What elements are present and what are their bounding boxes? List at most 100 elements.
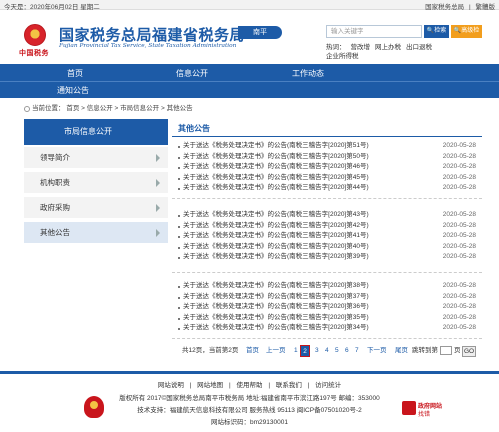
bullet-icon [178,257,180,260]
nav-work-news[interactable]: 工作动态 [292,68,324,79]
breadcrumb-home[interactable]: 首页 [66,105,79,112]
page-go-button[interactable]: GO [462,346,477,357]
page-next[interactable]: 下一页 [367,345,387,357]
hot-link-corporate-income-tax[interactable]: 企业所得税 [326,53,359,60]
page-jump-input[interactable] [440,346,452,355]
list-item[interactable]: 关于送达《税务处理决定书》的公告(南税三稽告字[2020]第41号) 2020-0… [172,231,482,242]
notice-list-group-1: 关于送达《税务处理决定书》的公告(南税三稽告字[2020]第51号) 2020-0… [172,141,482,194]
list-item[interactable]: 关于送达《税务处理决定书》的公告(南税三稽告字[2020]第43号) 2020-0… [172,210,482,221]
notice-title[interactable]: 关于送达《税务处理决定书》的公告(南税三稽告字[2020]第51号) [183,141,369,152]
gov-site-error-badge[interactable]: 政府网站 找错 [402,400,448,418]
notice-title[interactable]: 关于送达《税务处理决定书》的公告(南税三稽告字[2020]第46号) [183,162,369,173]
notice-title[interactable]: 关于送达《税务处理决定书》的公告(南税三稽告字[2020]第43号) [183,210,369,221]
notice-title[interactable]: 关于送达《税务处理决定书》的公告(南税三稽告字[2020]第40号) [183,242,369,253]
hot-link-vat[interactable]: 营改增 [351,44,371,51]
hot-words: 热词： 营改增 网上办税 出口退税 企业所得税 [326,43,476,61]
page-7[interactable]: 7 [355,345,359,357]
notice-title[interactable]: 关于送达《税务处理决定书》的公告(南税三稽告字[2020]第35号) [183,313,369,324]
notice-date: 2020-05-28 [442,242,476,250]
footer-sep: | [189,382,192,389]
breadcrumb: 当前位置： 首页 > 信息公开 > 市局信息公开 > 其他公告 [0,101,499,117]
sidebar-item-label: 政府采购 [40,203,70,212]
nav-info-disclosure[interactable]: 信息公开 [176,68,208,79]
page-6[interactable]: 6 [345,345,349,357]
city-badge: 南平 [238,26,282,39]
sidebar-item-procurement[interactable]: 政府采购 [24,197,168,219]
list-item[interactable]: 关于送达《税务处理决定书》的公告(南税三稽告字[2020]第45号) 2020-0… [172,173,482,184]
notice-title[interactable]: 关于送达《税务处理决定书》的公告(南税三稽告字[2020]第42号) [183,221,369,232]
sidebar-item-other-notices[interactable]: 其他公告 [24,222,168,244]
list-item[interactable]: 关于送达《税务处理决定书》的公告(南税三稽告字[2020]第40号) 2020-0… [172,242,482,253]
search-button[interactable]: 🔍检索 [424,25,449,38]
sidebar-item-label: 领导简介 [40,153,70,162]
bullet-icon [178,328,180,331]
notice-title[interactable]: 关于送达《税务处理决定书》的公告(南税三稽告字[2020]第34号) [183,323,369,334]
chevron-right-icon [156,229,160,237]
notice-title[interactable]: 关于送达《税务处理决定书》的公告(南税三稽告字[2020]第50号) [183,152,369,163]
list-item[interactable]: 关于送达《税务处理决定书》的公告(南税三稽告字[2020]第46号) 2020-0… [172,162,482,173]
notice-date: 2020-05-28 [442,184,476,192]
sidebar-item-leaders[interactable]: 领导简介 [24,147,168,169]
list-item[interactable]: 关于送达《税务处理决定书》的公告(南税三稽告字[2020]第34号) 2020-0… [172,323,482,334]
bullet-icon [178,156,180,159]
footer-link-sitemap[interactable]: 网站地图 [197,382,223,389]
page-prev[interactable]: 上一页 [266,345,286,357]
hot-link-online-tax[interactable]: 网上办税 [375,44,401,51]
list-item[interactable]: 关于送达《税务处理决定书》的公告(南税三稽告字[2020]第44号) 2020-0… [172,183,482,194]
breadcrumb-city[interactable]: 市局信息公开 [120,105,159,112]
page-first[interactable]: 首页 [246,345,259,357]
page-3[interactable]: 3 [315,345,319,357]
chevron-right-icon [156,204,160,212]
notice-title[interactable]: 关于送达《税务处理决定书》的公告(南税三稽告字[2020]第38号) [183,281,369,292]
list-item[interactable]: 关于送达《税务处理决定书》的公告(南税三稽告字[2020]第36号) 2020-0… [172,302,482,313]
footer-link-help[interactable]: 使用帮助 [237,382,263,389]
sidebar-item-label: 其他公告 [40,228,70,237]
list-divider [172,338,482,339]
page-2-current[interactable]: 2 [300,345,310,357]
bullet-icon [178,177,180,180]
list-item[interactable]: 关于送达《税务处理决定书》的公告(南税三稽告字[2020]第37号) 2020-0… [172,292,482,303]
bullet-icon [178,225,180,228]
site-subtitle: Fujian Provincial Tax Service, State Tax… [59,43,237,49]
page-last[interactable]: 尾页 [395,345,408,357]
footer-link-stats[interactable]: 访问统计 [315,382,341,389]
notice-title[interactable]: 关于送达《税务处理决定书》的公告(南税三稽告字[2020]第37号) [183,292,369,303]
nav-home[interactable]: 首页 [67,68,83,79]
notice-title[interactable]: 关于送达《税务处理决定书》的公告(南税三稽告字[2020]第44号) [183,183,369,194]
page-4[interactable]: 4 [325,345,329,357]
list-item[interactable]: 关于送达《税务处理决定书》的公告(南税三稽告字[2020]第50号) 2020-0… [172,152,482,163]
notice-title[interactable]: 关于送达《税务处理决定书》的公告(南税三稽告字[2020]第39号) [183,252,369,263]
list-item[interactable]: 关于送达《税务处理决定书》的公告(南税三稽告字[2020]第39号) 2020-0… [172,252,482,263]
advanced-search-button[interactable]: 🔍高级检索 [451,25,482,47]
breadcrumb-current[interactable]: 其他公告 [167,105,193,112]
notice-date: 2020-05-28 [442,292,476,300]
site-title[interactable]: 国家税务总局福建省税务局 [59,24,245,45]
sidebar-item-duties[interactable]: 机构职责 [24,172,168,194]
notice-list-group-3: 关于送达《税务处理决定书》的公告(南税三稽告字[2020]第38号) 2020-0… [172,281,482,334]
notice-date: 2020-05-28 [442,142,476,149]
bullet-icon [178,286,180,288]
list-item[interactable]: 关于送达《税务处理决定书》的公告(南税三稽告字[2020]第51号) 2020-0… [172,141,482,152]
list-item[interactable]: 关于送达《税务处理决定书》的公告(南税三稽告字[2020]第42号) 2020-0… [172,221,482,232]
page-1[interactable]: 1 [294,345,298,357]
footer-sep: | [307,382,310,389]
party-emblem-icon[interactable] [84,396,104,418]
page-summary: 共12页，当前第2页 [182,347,239,354]
footer-link-about[interactable]: 网站说明 [158,382,184,389]
content-header: 其他公告 [172,119,482,137]
notice-title[interactable]: 关于送达《税务处理决定书》的公告(南税三稽告字[2020]第45号) [183,173,369,184]
bullet-icon [178,317,180,320]
list-item[interactable]: 关于送达《税务处理决定书》的公告(南税三稽告字[2020]第38号) 2020-0… [172,281,482,292]
footer-link-contact[interactable]: 联系我们 [276,382,302,389]
footer-sep: | [228,382,231,389]
nav-notices[interactable]: 通知公告 [57,85,89,96]
error-report-icon [402,401,416,415]
hot-link-export-refund[interactable]: 出口退税 [406,44,432,51]
notice-title[interactable]: 关于送达《税务处理决定书》的公告(南税三稽告字[2020]第36号) [183,302,369,313]
list-item[interactable]: 关于送达《税务处理决定书》的公告(南税三稽告字[2020]第35号) 2020-0… [172,313,482,324]
page-5[interactable]: 5 [335,345,339,357]
bullet-icon [178,188,180,191]
search-input[interactable]: 输入关键字 [326,25,422,38]
breadcrumb-info[interactable]: 信息公开 [87,105,113,112]
notice-title[interactable]: 关于送达《税务处理决定书》的公告(南税三稽告字[2020]第41号) [183,231,369,242]
